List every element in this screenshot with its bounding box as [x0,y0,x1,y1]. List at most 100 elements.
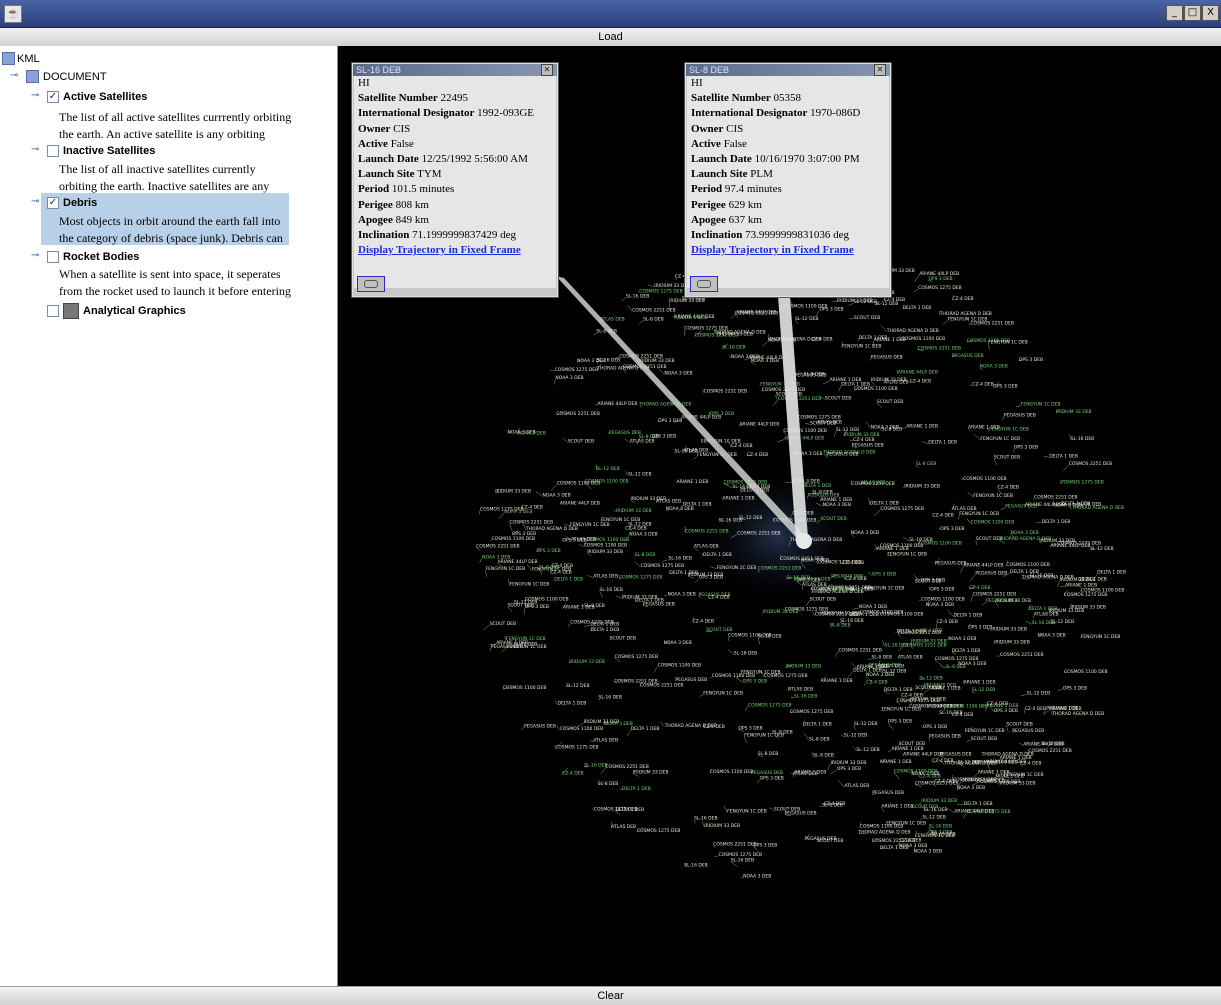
satellite-label[interactable]: ARIANE 44LP DEB [748,355,788,361]
satellite-label[interactable]: OPS 3 DEB [658,418,682,424]
satellite-label[interactable]: SL-12 DEB [972,687,995,693]
satellite-label[interactable]: CZ-4 DEB [910,379,931,385]
satellite-label[interactable]: COSMOS 2251 DEB [973,591,1017,597]
satellite-label[interactable]: OPS 3 DEB [699,575,723,581]
maximize-button[interactable]: □ [1184,5,1201,21]
satellite-label[interactable]: NOAA 3 DEB [957,785,985,791]
satellite-label[interactable]: SL-16 DEB [794,694,817,700]
satellite-label[interactable]: DELTA 1 DEB [631,726,660,732]
satellite-label[interactable]: DELTA 1 DEB [558,701,587,707]
satellite-label[interactable]: ATLAS DEB [898,655,923,661]
satellite-label[interactable]: IRIDIUM 33 DEB [991,626,1027,632]
satellite-label[interactable]: COSMOS 1275 DEB [880,506,924,512]
popup-scroll-button[interactable] [690,276,718,292]
satellite-label[interactable]: FENGYUN 1C DEB [727,808,767,814]
satellite-label[interactable]: COSMOS 1100 DEB [902,336,946,342]
satellite-label[interactable]: COSMOS 2251 DEB [1000,652,1044,658]
satellite-label[interactable]: NOAA 3 DEB [1011,530,1039,536]
satellite-label[interactable]: PEGASUS DEB [986,598,1018,604]
satellite-label[interactable]: COSMOS 1275 DEB [897,698,941,704]
satellite-label[interactable]: COSMOS 1275 DEB [967,809,1011,815]
satellite-label[interactable]: SL-16 DEB [924,807,947,813]
satellite-label[interactable]: COSMOS 2251 DEB [685,528,729,534]
satellite-label[interactable]: SL-12 DEB [1041,741,1064,747]
satellite-label[interactable]: SL-8 DEB [809,736,830,742]
satellite-label[interactable]: IRIDIUM 33 DEB [587,549,623,555]
satellite-label[interactable]: FENGYUN 1C DEB [1081,634,1121,640]
popup-title-bar[interactable]: SL-16 DEB ✕ [353,64,557,76]
satellite-label[interactable]: NOAA 3 DEB [914,849,942,855]
satellite-label[interactable]: PEGASUS DEB [872,790,904,796]
satellite-label[interactable]: FENGYUN 1C DEB [703,691,743,697]
satellite-label[interactable]: THORAD AGENA D DEB [857,830,910,836]
expander-debris[interactable]: ⊸ [31,196,39,207]
satellite-label[interactable]: CZ-4 DEB [853,437,874,443]
satellite-label[interactable]: FENGYUN 1C DEB [973,493,1013,499]
satellite-label[interactable]: SL-16 DEB [909,537,932,543]
display-trajectory-link[interactable]: Display Trajectory in Fixed Frame [691,244,854,256]
satellite-label[interactable]: OPS 3 DEB [753,843,777,849]
satellite-label[interactable]: COSMOS 1100 DEB [880,543,924,549]
satellite-label[interactable]: SL-16 DEB [731,858,754,864]
satellite-label[interactable]: IRIDIUM 33 DEB [795,577,831,583]
satellite-label[interactable]: OPS 3 DEB [760,776,784,782]
close-button[interactable]: X [1202,5,1219,21]
satellite-label[interactable]: OPS 3 DEB [968,625,992,631]
satellite-label[interactable]: PEGASUS DEB [940,752,972,758]
satellite-label[interactable]: OPS 3 DEB [888,719,912,725]
satellite-label[interactable]: THORAD AGENA D DEB [1021,575,1074,581]
satellite-label[interactable]: IRIDIUM 33 DEB [569,659,605,665]
satellite-label[interactable]: SL-8 DEB [539,564,560,570]
satellite-label[interactable]: SL-12 DEB [566,683,589,689]
satellite-label[interactable]: NOAA 3 DEB [823,502,851,508]
satellite-label[interactable]: FENGYUN 1C DEB [988,340,1028,346]
satellite-label[interactable]: SL-16 DEB [584,763,607,769]
satellite-label[interactable]: ARIANE 44LP DEB [903,751,943,757]
satellite-label[interactable]: SL-8 DEB [872,654,893,660]
satellite-label[interactable]: COSMOS 1100 DEB [860,610,904,616]
satellite-label[interactable]: SL-12 DEB [1051,619,1074,625]
satellite-label[interactable]: SL-8 DEB [598,781,619,787]
satellite-label[interactable]: SL-12 DEB [922,815,945,821]
satellite-label[interactable]: CZ-4 DEB [866,680,887,686]
satellite-label[interactable]: OPS 3 DEB [819,307,843,313]
satellite-label[interactable]: COSMOS 1275 DEB [1060,480,1104,486]
satellite-label[interactable]: SL-12 DEB [850,587,873,593]
satellite-label[interactable]: CZ-4 DEB [952,296,973,302]
satellite-label[interactable]: DELTA 1 DEB [1097,570,1126,576]
satellite-label[interactable]: CZ-4 DEB [998,484,1019,490]
satellite-label[interactable]: COSMOS 2251 DEB [735,311,779,317]
satellite-label[interactable]: COSMOS 1100 DEB [1081,588,1125,594]
satellite-label[interactable]: IRIDIUM 33 DEB [1049,608,1085,614]
satellite-label[interactable]: SCOUT DEB [915,579,941,585]
display-trajectory-link[interactable]: Display Trajectory in Fixed Frame [358,244,521,256]
satellite-label[interactable]: COSMOS 2251 DEB [780,556,824,562]
satellite-label[interactable]: DELTA 1 DEB [952,648,981,654]
satellite-label[interactable]: ARIANE 1 DEB [794,770,826,776]
satellite-label[interactable]: SCOUT DEB [568,439,594,445]
satellite-label[interactable]: SL-12 DEB [739,515,762,521]
satellite-label[interactable]: COSMOS 1275 DEB [619,575,663,581]
tree-node-active-satellites[interactable]: ✓ Active Satellites [47,91,147,103]
satellite-label[interactable]: CZ-4 DEB [1020,760,1041,766]
satellite-label[interactable]: IRIDIUM 33 DEB [921,798,957,804]
satellite-label[interactable]: COSMOS 1275 DEB [641,563,685,569]
satellite-label[interactable]: COSMOS 2251 DEB [1028,748,1072,754]
satellite-label[interactable]: NOAA 3 DEB [555,375,583,381]
expander-document[interactable]: ⊸ [10,70,18,81]
satellite-label[interactable]: DELTA 1 DEB [884,687,913,693]
satellite-label[interactable]: NOAA 3 DEB [482,555,510,561]
satellite-label[interactable]: DELTA 1 DEB [554,577,583,583]
satellite-label[interactable]: COSMOS 2251 DEB [476,544,520,550]
tree-node-inactive-satellites[interactable]: Inactive Satellites [47,145,155,157]
satellite-label[interactable]: SCOUT DEB [810,420,836,426]
satellite-label[interactable]: DELTA 1 DEB [1042,519,1071,525]
satellite-label[interactable]: COSMOS 1275 DEB [790,709,834,715]
satellite-label[interactable]: DELTA 1 DEB [803,722,832,728]
satellite-label[interactable]: SL-8 DEB [643,317,664,323]
satellite-label[interactable]: COSMOS 1100 DEB [854,386,898,392]
satellite-label[interactable]: SCOUT DEB [854,315,880,321]
satellite-label[interactable]: COSMOS 1275 DEB [594,806,638,812]
satellite-label[interactable]: IRIDIUM 33 DEB [622,595,658,601]
satellite-label[interactable]: COSMOS 2251 DEB [872,838,916,844]
